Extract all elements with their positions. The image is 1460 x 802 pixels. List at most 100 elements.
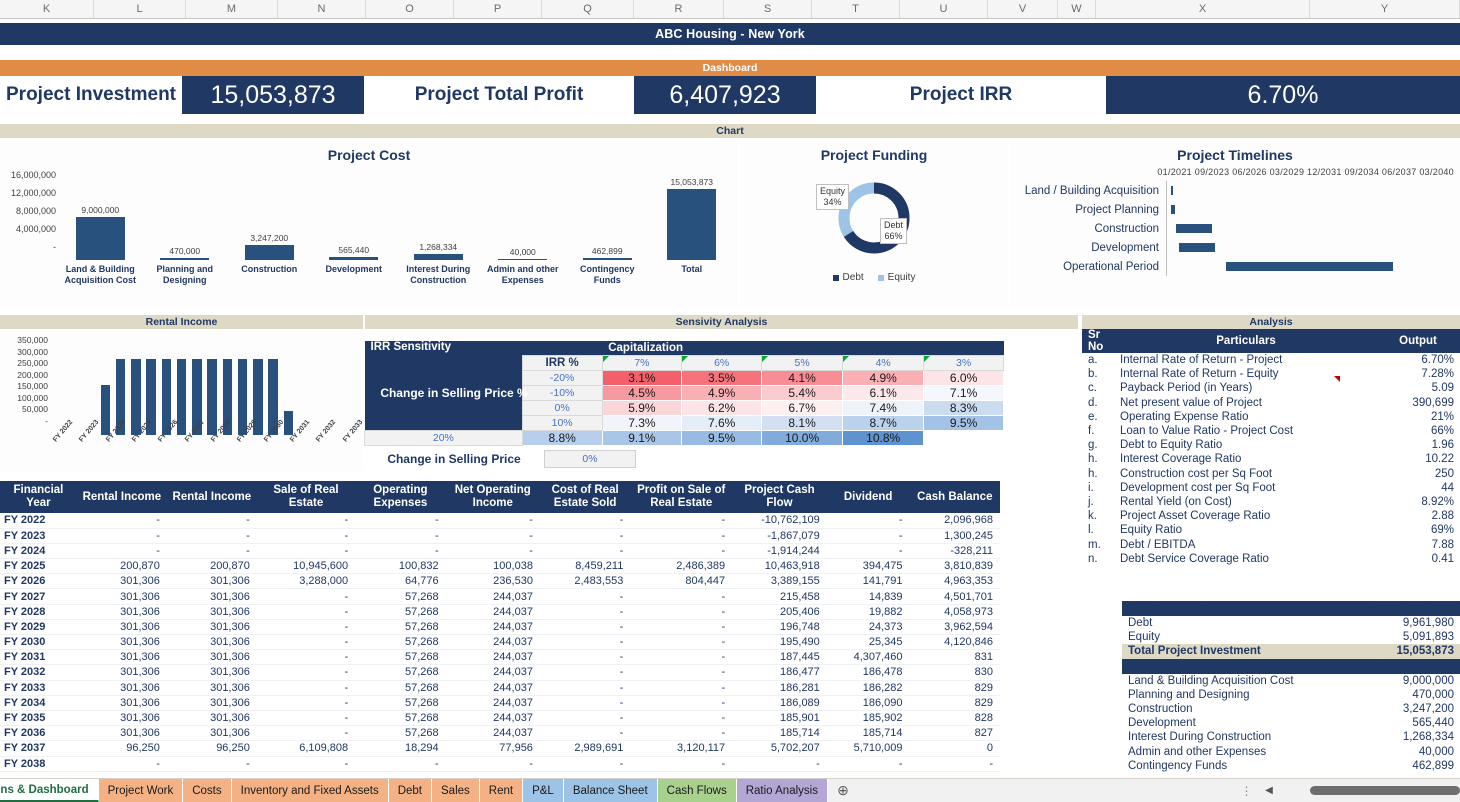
column-header-P[interactable]: P — [454, 0, 542, 18]
analysis-row[interactable]: n.Debt Service Coverage Ratio0.41 — [1082, 552, 1460, 566]
sensitivity-cell[interactable]: 6.2% — [682, 400, 762, 415]
sensitivity-cell[interactable]: 8.3% — [924, 400, 1004, 415]
financial-col-header[interactable]: Profit on Sale of Real Estate — [630, 481, 732, 513]
sensitivity-cell[interactable]: 8.1% — [762, 415, 843, 430]
sources-uses-panel[interactable]: Sources of FundAmount (in USD)Debt9,961,… — [1122, 601, 1460, 773]
column-header-Y[interactable]: Y — [1310, 0, 1460, 18]
financial-col-header[interactable]: Cash Balance — [910, 481, 1000, 513]
analysis-row[interactable]: m.Debt / EBITDA7.88 — [1082, 537, 1460, 551]
financial-table[interactable]: Financial YearRental IncomeRental Income… — [0, 481, 1000, 772]
table-row[interactable]: FY 203796,25096,2506,109,80818,29477,956… — [0, 741, 1000, 756]
sensitivity-cell[interactable]: 8.8% — [522, 430, 602, 445]
column-header-N[interactable]: N — [278, 0, 366, 18]
column-header-S[interactable]: S — [724, 0, 812, 18]
analysis-panel[interactable]: Sr NoParticularsOutputa.Internal Rate of… — [1082, 329, 1460, 566]
tab-bar-right-controls[interactable]: ⋮ ◀ — [1236, 779, 1460, 802]
analysis-row[interactable]: h.Interest Coverage Ratio10.22 — [1082, 452, 1460, 466]
analysis-row[interactable]: g.Debt to Equity Ratio1.96 — [1082, 438, 1460, 452]
sensitivity-cell[interactable]: 8.7% — [843, 415, 924, 430]
analysis-row[interactable]: e.Operating Expense Ratio21% — [1082, 410, 1460, 424]
sensitivity-cell[interactable]: 9.5% — [682, 430, 762, 445]
sheet-tab-p-l[interactable]: P&L — [523, 779, 564, 802]
sensitivity-cell[interactable]: 9.5% — [924, 415, 1004, 430]
financial-table-wrap[interactable]: Financial YearRental IncomeRental Income… — [0, 481, 1000, 772]
uses-row[interactable]: Construction3,247,200 — [1122, 702, 1460, 716]
column-header-U[interactable]: U — [900, 0, 988, 18]
sensitivity-cell[interactable]: 7.4% — [843, 400, 924, 415]
sensitivity-cell[interactable]: 3.5% — [682, 370, 762, 385]
table-row[interactable]: FY 2024--------1,914,244--328,211 — [0, 543, 1000, 558]
column-header-T[interactable]: T — [812, 0, 900, 18]
column-header-Q[interactable]: Q — [542, 0, 634, 18]
uses-row[interactable]: Interest During Construction1,268,334 — [1122, 730, 1460, 744]
column-header-M[interactable]: M — [186, 0, 278, 18]
sheet-tabs[interactable]: Assumptions & DashboardProject WorkCosts… — [0, 779, 828, 802]
analysis-row[interactable]: c.Payback Period (in Years)5.09 — [1082, 381, 1460, 395]
sensitivity-col-header[interactable]: 7% — [602, 356, 682, 371]
financial-col-header[interactable]: Dividend — [827, 481, 910, 513]
project-timelines-chart[interactable]: Project Timelines 01/2021 09/2023 06/202… — [1010, 142, 1460, 307]
analysis-row[interactable]: b.Internal Rate of Return - Equity7.28% — [1082, 367, 1460, 381]
sensitivity-col-header[interactable]: 6% — [682, 356, 762, 371]
financial-col-header[interactable]: Financial Year — [0, 481, 77, 513]
analysis-row[interactable]: k.Project Asset Coverage Ratio2.88 — [1082, 509, 1460, 523]
table-row[interactable]: FY 2033301,306301,306-57,268244,037--186… — [0, 680, 1000, 695]
column-header-W[interactable]: W — [1058, 0, 1096, 18]
sheet-tab-balance-sheet[interactable]: Balance Sheet — [564, 779, 658, 802]
sheet-tab-debt[interactable]: Debt — [389, 779, 432, 802]
uses-row[interactable]: Development565,440 — [1122, 716, 1460, 730]
table-row[interactable]: FY 2032301,306301,306-57,268244,037--186… — [0, 665, 1000, 680]
table-row[interactable]: FY 2034301,306301,306-57,268244,037--186… — [0, 695, 1000, 710]
change-selling-price-row[interactable]: Change in Selling Price 0% — [364, 450, 1004, 468]
sensitivity-table-wrap[interactable]: IRR SensitivityCapitalizationIRR %7%6%5%… — [364, 341, 1004, 468]
project-cost-chart[interactable]: Project Cost 16,000,00012,000,0008,000,0… — [0, 142, 738, 307]
analysis-row[interactable]: f.Loan to Value Ratio - Project Cost66% — [1082, 424, 1460, 438]
table-row[interactable]: FY 2031301,306301,306-57,268244,037--187… — [0, 650, 1000, 665]
sensitivity-row-header[interactable]: -20% — [522, 370, 602, 385]
table-row[interactable]: FY 2030301,306301,306-57,268244,037--195… — [0, 635, 1000, 650]
table-row[interactable]: FY 2025200,870200,87010,945,600100,83210… — [0, 559, 1000, 574]
sensitivity-cell[interactable]: 7.6% — [682, 415, 762, 430]
sheet-tab-ratio-analysis[interactable]: Ratio Analysis — [737, 779, 828, 802]
sheet-tab-project-work[interactable]: Project Work — [99, 779, 184, 802]
uses-row[interactable]: Planning and Designing470,000 — [1122, 688, 1460, 702]
analysis-row[interactable]: a.Internal Rate of Return - Project6.70% — [1082, 353, 1460, 367]
add-sheet-icon[interactable]: ⊕ — [828, 779, 858, 802]
financial-col-header[interactable]: Project Cash Flow — [732, 481, 827, 513]
sensitivity-cell[interactable]: 10.0% — [762, 430, 843, 445]
sheet-tab-inventory-and-fixed-assets[interactable]: Inventory and Fixed Assets — [232, 779, 389, 802]
sensitivity-cell[interactable]: 6.7% — [762, 400, 843, 415]
sources-uses-table[interactable]: Sources of FundAmount (in USD)Debt9,961,… — [1122, 601, 1460, 773]
financial-col-header[interactable]: Net Operating Income — [446, 481, 540, 513]
sources-row[interactable]: Equity5,091,893 — [1122, 630, 1460, 644]
sensitivity-cell[interactable]: 6.0% — [924, 370, 1004, 385]
horizontal-scrollbar[interactable] — [1310, 786, 1460, 795]
sheet-tab-costs[interactable]: Costs — [183, 779, 231, 802]
sensitivity-row-header[interactable]: 0% — [522, 400, 602, 415]
tab-overflow-icon[interactable]: ⋮ — [1236, 784, 1258, 798]
sheet-tab-bar[interactable]: Assumptions & DashboardProject WorkCosts… — [0, 778, 1460, 802]
analysis-row[interactable]: h.Construction cost per Sq Foot250 — [1082, 467, 1460, 481]
analysis-row[interactable]: j.Rental Yield (on Cost)8.92% — [1082, 495, 1460, 509]
project-funding-chart[interactable]: Project Funding Equity 34% Debt 66% Debt — [740, 142, 1008, 307]
analysis-row[interactable]: i.Development cost per Sq Foot44 — [1082, 481, 1460, 495]
table-row[interactable]: FY 2038---------- — [0, 756, 1000, 771]
financial-col-header[interactable]: Cost of Real Estate Sold — [540, 481, 630, 513]
rental-income-chart[interactable]: 350,000300,000250,000200,000150,000100,0… — [0, 331, 363, 471]
financial-col-header[interactable]: Sale of Real Estate — [257, 481, 355, 513]
change-selling-price-input[interactable]: 0% — [544, 450, 636, 468]
sensitivity-row-header[interactable]: -10% — [522, 385, 602, 400]
table-row[interactable]: FY 2027301,306301,306-57,268244,037--215… — [0, 589, 1000, 604]
sensitivity-table[interactable]: IRR SensitivityCapitalizationIRR %7%6%5%… — [364, 341, 1004, 446]
column-header-strip[interactable]: KLMNOPQRSTUVWXY — [0, 0, 1460, 19]
sensitivity-cell[interactable]: 4.9% — [682, 385, 762, 400]
column-header-R[interactable]: R — [634, 0, 724, 18]
table-row[interactable]: FY 2028301,306301,306-57,268244,037--205… — [0, 604, 1000, 619]
analysis-row[interactable]: d.Net present value of Project390,699 — [1082, 396, 1460, 410]
sensitivity-cell[interactable]: 3.1% — [602, 370, 682, 385]
table-row[interactable]: FY 2026301,306301,3063,288,00064,776236,… — [0, 574, 1000, 589]
sources-row[interactable]: Debt9,961,980 — [1122, 616, 1460, 630]
sheet-tab-sales[interactable]: Sales — [432, 779, 480, 802]
scroll-left-icon[interactable]: ◀ — [1258, 785, 1280, 796]
sensitivity-cell[interactable]: 7.3% — [602, 415, 682, 430]
